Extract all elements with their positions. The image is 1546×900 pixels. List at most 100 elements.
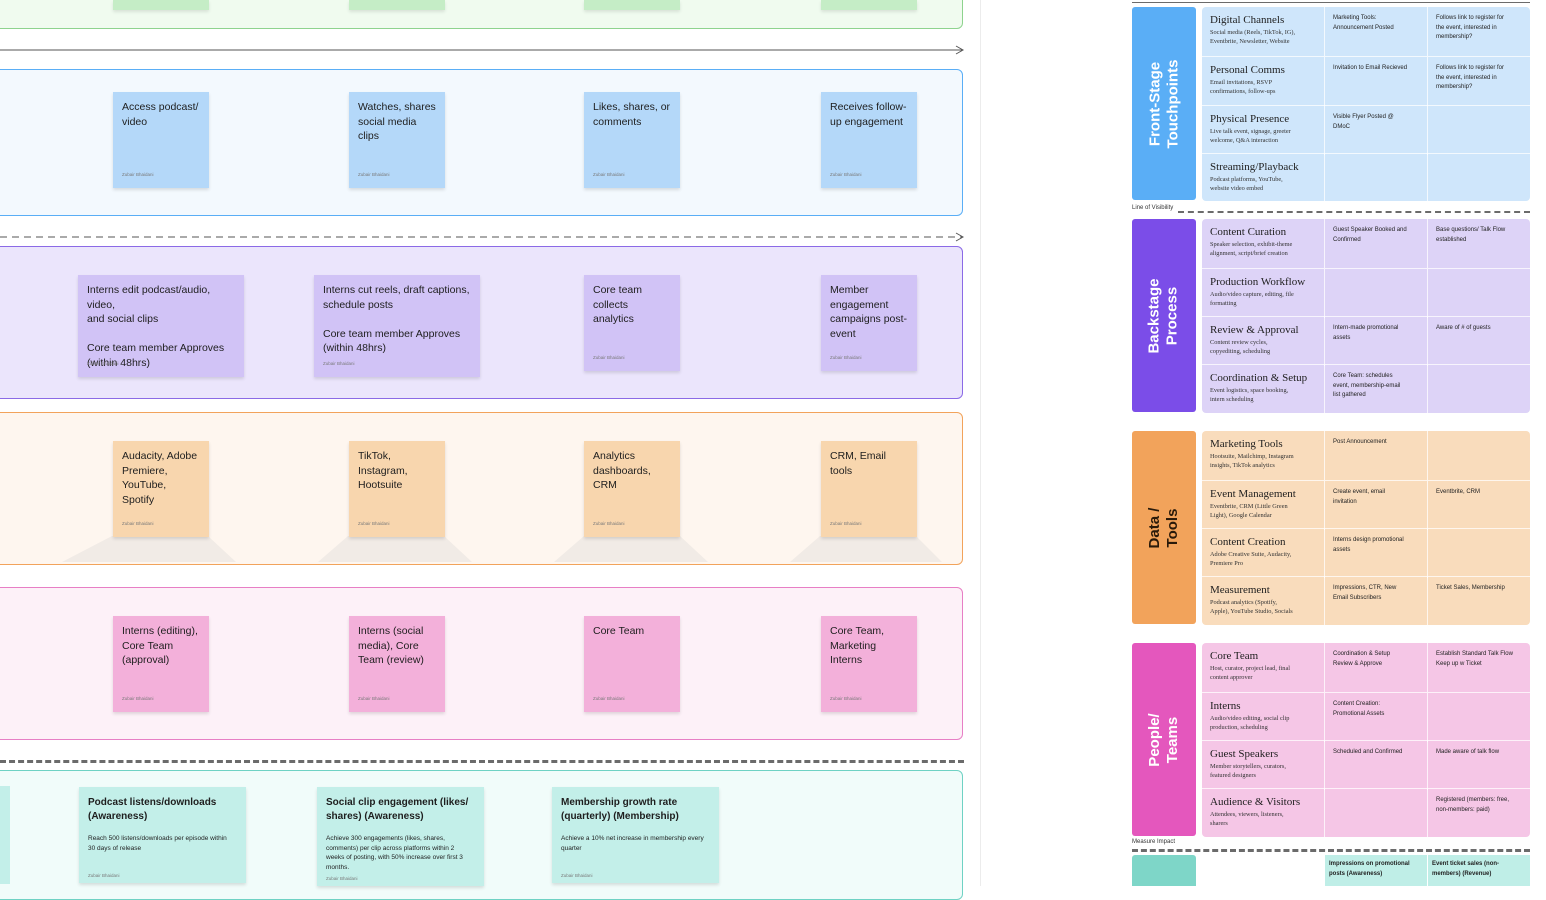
row-subtitle: Email invitations, RSVP confirmations, f… — [1210, 79, 1276, 95]
partial-sticky[interactable] — [821, 0, 917, 10]
row-cell: Follows link to register for the event, … — [1436, 15, 1505, 40]
sticky-note[interactable]: Likes, shares, or comments Zubair Bhaida… — [584, 92, 680, 188]
legend-row[interactable]: Content Curation Speaker selection, exhib… — [1202, 219, 1530, 268]
legend-row[interactable]: Coordination & Setup Event logistics, spa… — [1202, 364, 1530, 413]
sticky-note[interactable]: Core Team, Marketing Interns Zubair Bhai… — [821, 616, 917, 712]
sticky-note[interactable]: Receives follow- up engagement Zubair Bh… — [821, 92, 917, 188]
sticky-note[interactable]: Analytics dashboards, CRM Zubair Bhaidan… — [584, 441, 680, 537]
metric-sticky[interactable]: Membership growth rate (quarterly) (Memb… — [552, 787, 719, 883]
row-cell: Core Team: schedules event, membership-e… — [1333, 373, 1401, 398]
row-cell: Aware of # of guests — [1436, 325, 1491, 331]
row-title: Interns — [1210, 700, 1241, 712]
category-backstage[interactable]: Backstage Process — [1132, 219, 1196, 412]
sticky-note[interactable]: Interns (editing), Core Team (approval) … — [113, 616, 209, 712]
sticky-author: Zubair Bhaidani — [830, 354, 862, 360]
legend-row[interactable]: Review & Approval Content review cycles, … — [1202, 316, 1530, 366]
row-title: Digital Channels — [1210, 14, 1285, 26]
sticky-text: TikTok, Instagram, Hootsuite — [358, 450, 408, 491]
category-metrics-partial[interactable] — [1132, 855, 1196, 886]
row-subtitle: Content review cycles, copyediting, sche… — [1210, 339, 1271, 355]
row-cell: Guest Speaker Booked and Confirmed — [1333, 227, 1407, 243]
legend-row[interactable]: Event Management Eventbrite, CRM (Little … — [1202, 480, 1530, 530]
sticky-text: Interns cut reels, draft captions, sched… — [323, 284, 470, 354]
row-cell: Follows link to register for the event, … — [1436, 65, 1505, 90]
sticky-author: Zubair Bhaidani — [326, 876, 358, 881]
sticky-note[interactable]: Access podcast/ video Zubair Bhaidani — [113, 92, 209, 188]
impact-cell[interactable]: Impressions on promotional posts (Awaren… — [1325, 855, 1427, 886]
row-title: Event Management — [1210, 488, 1296, 500]
line-of-visibility-label: Line of Visibility — [1132, 205, 1174, 211]
sticky-note[interactable]: Interns cut reels, draft captions, sched… — [314, 275, 480, 377]
sticky-text: Interns (editing), Core Team (approval) — [122, 625, 198, 666]
sticky-text: Access podcast/ video — [122, 101, 199, 128]
legend-row[interactable]: Digital Channels Social media (Reels, Tik… — [1202, 7, 1530, 56]
row-cell: Establish Standard Talk Flow Keep up w T… — [1436, 651, 1513, 667]
row-cell: Eventbrite, CRM — [1436, 489, 1481, 495]
row-title: Streaming/Playback — [1210, 161, 1299, 173]
sticky-author: Zubair Bhaidani — [593, 520, 625, 526]
sticky-text: Core Team, Marketing Interns — [830, 625, 885, 666]
partial-sticky[interactable] — [349, 0, 445, 10]
sticky-author: Zubair Bhaidani — [358, 171, 390, 177]
metric-sticky[interactable]: Podcast listens/downloads (Awareness) Re… — [79, 787, 246, 883]
sticky-author: Zubair Bhaidani — [88, 873, 120, 878]
legend-row[interactable]: Measurement Podcast analytics (Spotify, A… — [1202, 576, 1530, 625]
sticky-author: Zubair Bhaidani — [323, 360, 355, 366]
sticky-text: Watches, shares social media clips — [358, 101, 436, 142]
impact-cell-text: Impressions on promotional posts (Awaren… — [1329, 861, 1410, 877]
row-subtitle: Podcast analytics (Spotify, Apple), YouT… — [1210, 599, 1293, 615]
partial-sticky[interactable] — [113, 0, 209, 10]
sticky-author: Zubair Bhaidani — [122, 171, 154, 177]
legend-row[interactable]: Interns Audio/video editing, social clip … — [1202, 692, 1530, 742]
row-subtitle: Audio/video editing, social clip product… — [1210, 715, 1290, 731]
row-cell: Visible Flyer Posted @ DMoC — [1333, 114, 1394, 130]
legend-row[interactable]: Audience & Visitors Attendees, viewers, l… — [1202, 788, 1530, 837]
sticky-note[interactable]: Member engagement campaigns post- event … — [821, 275, 917, 371]
legend-row[interactable]: Personal Comms Email invitations, RSVP co… — [1202, 56, 1530, 106]
sticky-note[interactable]: CRM, Email tools Zubair Bhaidani — [821, 441, 917, 537]
sticky-author: Zubair Bhaidani — [830, 171, 862, 177]
row-cell: Content Creation: Promotional Assets — [1333, 701, 1385, 717]
partial-metric-sticky[interactable] — [0, 786, 10, 884]
row-title: Content Curation — [1210, 226, 1287, 238]
sticky-text: Core team collects analytics — [593, 284, 643, 325]
line-of-visibility-arrow — [0, 232, 965, 242]
metric-sticky[interactable]: Social clip engagement (likes/ shares) (… — [317, 787, 484, 886]
legend-row[interactable]: Guest Speakers Member storytellers, curat… — [1202, 740, 1530, 790]
partial-sticky[interactable] — [584, 0, 680, 10]
sticky-text: CRM, Email tools — [830, 450, 887, 477]
legend-row[interactable]: Marketing Tools Hootsuite, Mailchimp, Ins… — [1202, 431, 1530, 480]
category-front-stage[interactable]: Front-Stage Touchpoints — [1132, 7, 1196, 200]
category-data-tools[interactable]: Data / Tools — [1132, 431, 1196, 624]
sticky-note[interactable]: Core team collects analytics Zubair Bhai… — [584, 275, 680, 371]
legend-row[interactable]: Production Workflow Audio/video capture, … — [1202, 268, 1530, 318]
measure-impact-label: Measure Impact — [1132, 839, 1176, 845]
sticky-note[interactable]: Interns (social media), Core Team (revie… — [349, 616, 445, 712]
row-cell: Made aware of talk flow — [1436, 749, 1500, 755]
sticky-text: Core Team — [593, 625, 645, 637]
row-title: Review & Approval — [1210, 324, 1299, 336]
legend-row[interactable]: Streaming/Playback Podcast platforms, You… — [1202, 153, 1530, 201]
row-cell: Post Announcement — [1333, 439, 1387, 445]
sticky-note[interactable]: Interns edit podcast/audio, video, and s… — [78, 275, 244, 377]
sticky-note[interactable]: Watches, shares social media clips Zubai… — [349, 92, 445, 188]
row-cell: Marketing Tools: Announcement Posted — [1333, 15, 1394, 31]
sticky-text: Likes, shares, or comments — [593, 101, 671, 128]
legend-row[interactable]: Core Team Host, curator, project lead, fi… — [1202, 643, 1530, 692]
legend-row[interactable]: Content Creation Adobe Creative Suite, Au… — [1202, 528, 1530, 578]
sticky-note[interactable]: TikTok, Instagram, Hootsuite Zubair Bhai… — [349, 441, 445, 537]
row-subtitle: Adobe Creative Suite, Audacity, Premiere… — [1210, 551, 1292, 567]
sticky-note[interactable]: Audacity, Adobe Premiere, YouTube, Spoti… — [113, 441, 209, 537]
row-subtitle: Host, curator, project lead, final conte… — [1210, 665, 1291, 681]
group-people-teams: Core Team Host, curator, project lead, fi… — [1202, 643, 1530, 837]
legend-row[interactable]: Physical Presence Live talk event, signag… — [1202, 105, 1530, 155]
row-subtitle: Hootsuite, Mailchimp, Instagram insights… — [1210, 453, 1294, 469]
measure-impact-legend-line — [1132, 849, 1530, 852]
row-cell: Base questions/ Talk Flow established — [1436, 227, 1506, 243]
row-cell: Ticket Sales, Membership — [1436, 585, 1505, 591]
sticky-author: Zubair Bhaidani — [561, 873, 593, 878]
category-label: Front-Stage Touchpoints — [1146, 59, 1181, 148]
sticky-note[interactable]: Core Team Zubair Bhaidani — [584, 616, 680, 712]
category-people-teams[interactable]: People/ Teams — [1132, 643, 1196, 836]
impact-cell[interactable]: Event ticket sales (non- members) (Reven… — [1428, 855, 1530, 886]
